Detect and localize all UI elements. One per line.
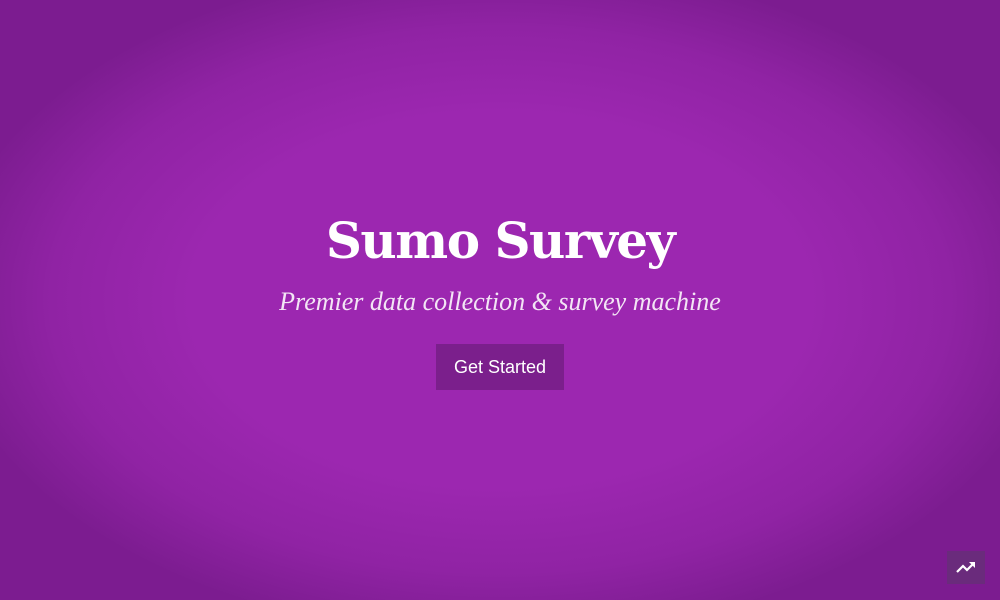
trending-button[interactable] xyxy=(947,551,985,584)
page-title: Sumo Survey xyxy=(325,211,676,270)
get-started-button[interactable]: Get Started xyxy=(436,344,564,390)
trending-up-icon xyxy=(956,562,975,573)
page-subtitle: Premier data collection & survey machine xyxy=(279,287,721,316)
hero-section: Sumo Survey Premier data collection & su… xyxy=(0,0,1000,600)
